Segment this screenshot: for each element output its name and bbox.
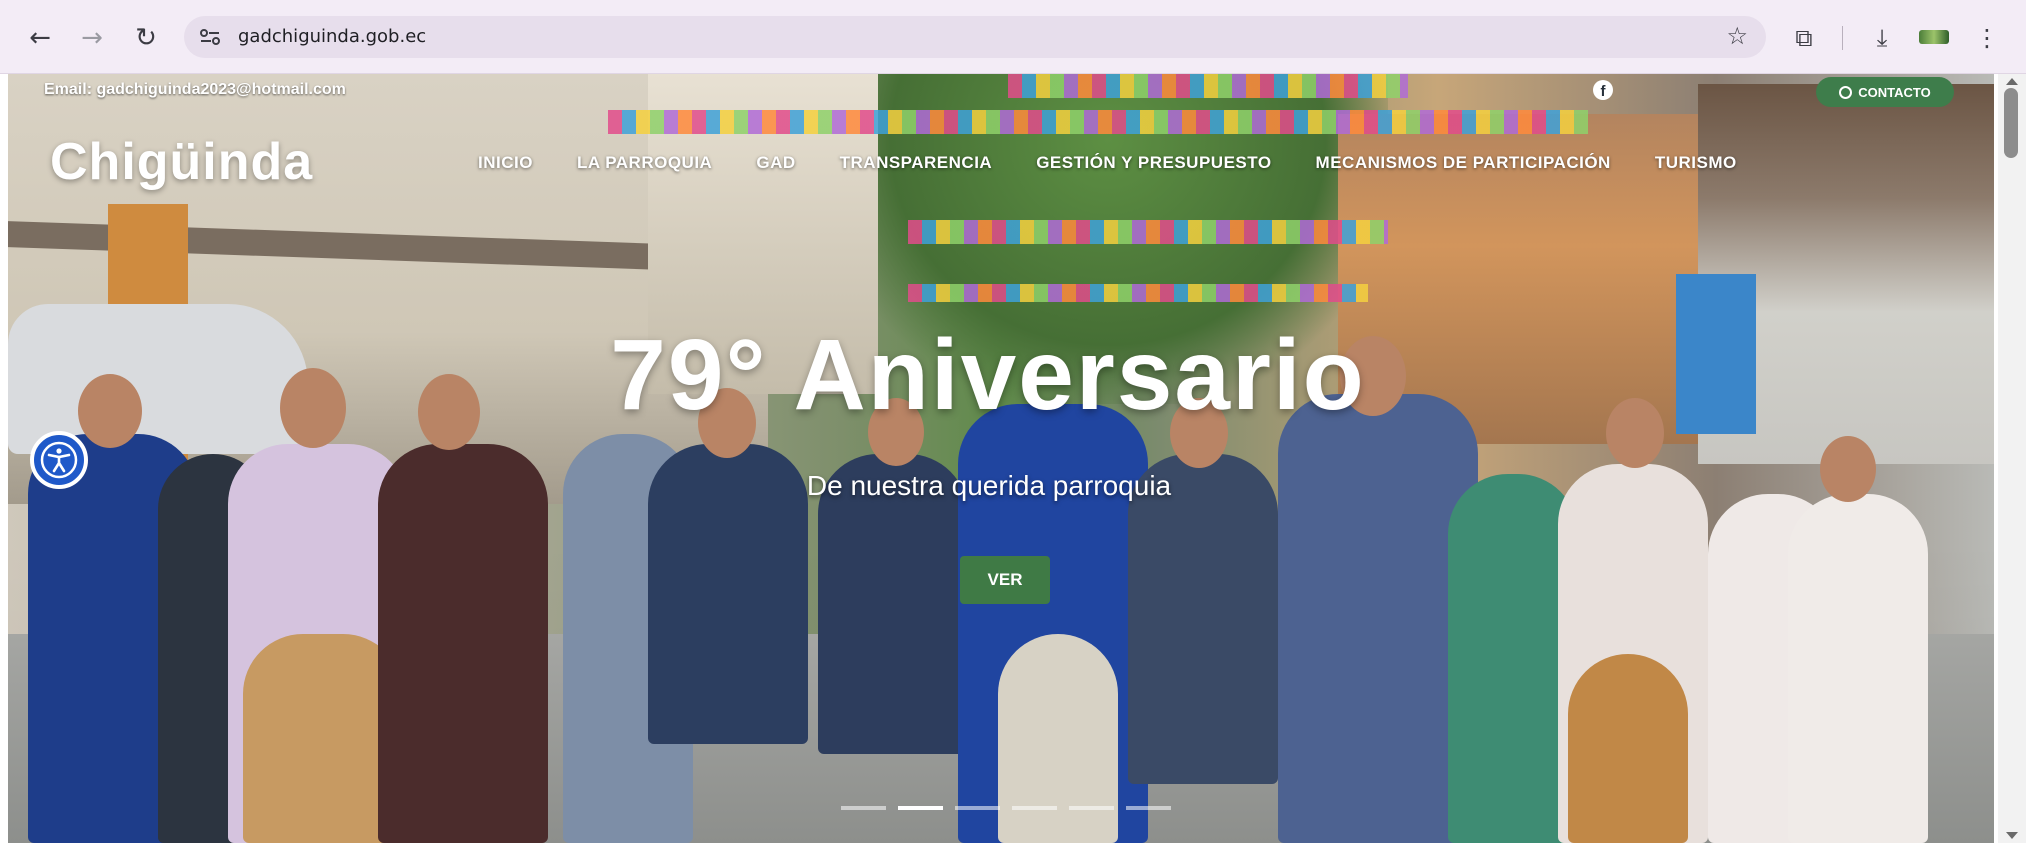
nav-item-inicio[interactable]: INICIO (478, 153, 533, 173)
hero-subtitle-wrap: De nuestra querida parroquia (0, 470, 2026, 502)
nav-item-la-parroquia[interactable]: LA PARROQUIA (577, 153, 712, 173)
main-navigation: INICIO LA PARROQUIA GAD TRANSPARENCIA GE… (478, 153, 1737, 173)
nav-item-transparencia[interactable]: TRANSPARENCIA (840, 153, 993, 173)
hero-photo-person (1568, 654, 1688, 843)
nav-item-gestion-presupuesto[interactable]: GESTIÓN Y PRESUPUESTO (1036, 153, 1271, 173)
bookmark-star-icon[interactable]: ☆ (1726, 22, 1748, 50)
nav-item-gad[interactable]: GAD (756, 153, 795, 173)
browser-menu-button[interactable]: ⋮ (1972, 20, 2002, 56)
contact-button[interactable]: CONTACTO (1816, 77, 1954, 107)
forward-arrow-icon: → (81, 23, 103, 53)
hero-photo-person (1788, 494, 1928, 843)
carousel-dot[interactable] (898, 806, 943, 810)
kebab-menu-icon: ⋮ (1975, 24, 1999, 52)
contact-button-label: CONTACTO (1858, 84, 1931, 100)
hero-photo-flags (1008, 74, 1408, 98)
downloads-button[interactable]: ⤓ (1864, 20, 1900, 56)
scroll-up-icon[interactable] (2006, 78, 2018, 85)
download-icon: ⤓ (1876, 24, 1888, 52)
hero-photo-person (998, 634, 1118, 843)
carousel-indicators (841, 806, 1171, 810)
url-text[interactable]: gadchiguinda.gob.ec (238, 26, 426, 47)
back-arrow-icon: ← (29, 23, 51, 53)
hero-title: 79° Aniversario (610, 319, 1366, 431)
hero-title-wrap: 79° Aniversario (0, 318, 2026, 433)
hero-photo-person (1128, 454, 1278, 784)
hero-photo-person (378, 444, 548, 843)
site-logo[interactable]: Chigüinda (50, 132, 313, 192)
hero-photo-flags (908, 284, 1368, 302)
carousel-dot[interactable] (955, 806, 1000, 810)
contact-email[interactable]: Email: gadchiguinda2023@hotmail.com (44, 81, 346, 99)
accessibility-icon (40, 441, 78, 479)
site-info-icon[interactable] (198, 25, 222, 49)
address-bar[interactable]: gadchiguinda.gob.ec ☆ (184, 16, 1766, 58)
profile-avatar[interactable] (1919, 30, 1949, 44)
carousel-dot[interactable] (841, 806, 886, 810)
browser-toolbar: ← → ↻ gadchiguinda.gob.ec ☆ ⧉ ⤓ ⋮ (0, 0, 2026, 74)
back-button[interactable]: ← (22, 20, 58, 56)
ver-button[interactable]: VER (960, 556, 1050, 604)
hero-photo-flags (908, 220, 1388, 244)
nav-item-mecanismos-participacion[interactable]: MECANISMOS DE PARTICIPACIÓN (1316, 153, 1611, 173)
toolbar-divider (1842, 26, 1843, 50)
facebook-icon[interactable]: f (1593, 80, 1613, 100)
carousel-dot[interactable] (1012, 806, 1057, 810)
reload-button[interactable]: ↻ (128, 20, 164, 56)
nav-item-turismo[interactable]: TURISMO (1655, 153, 1737, 173)
page-scrollbar[interactable] (1998, 74, 2026, 843)
accessibility-button[interactable] (30, 431, 88, 489)
reload-icon: ↻ (135, 23, 157, 53)
forward-button[interactable]: → (74, 20, 110, 56)
extensions-button[interactable]: ⧉ (1786, 20, 1822, 56)
phone-icon (1839, 85, 1853, 99)
carousel-dot[interactable] (1126, 806, 1171, 810)
scroll-thumb[interactable] (2004, 88, 2018, 158)
facebook-letter: f (1600, 83, 1606, 100)
hero-photo-flags (608, 110, 1588, 134)
carousel-dot[interactable] (1069, 806, 1114, 810)
puzzle-icon: ⧉ (1795, 24, 1813, 52)
scroll-down-icon[interactable] (2006, 832, 2018, 839)
hero-subtitle: De nuestra querida parroquia (806, 470, 1172, 501)
